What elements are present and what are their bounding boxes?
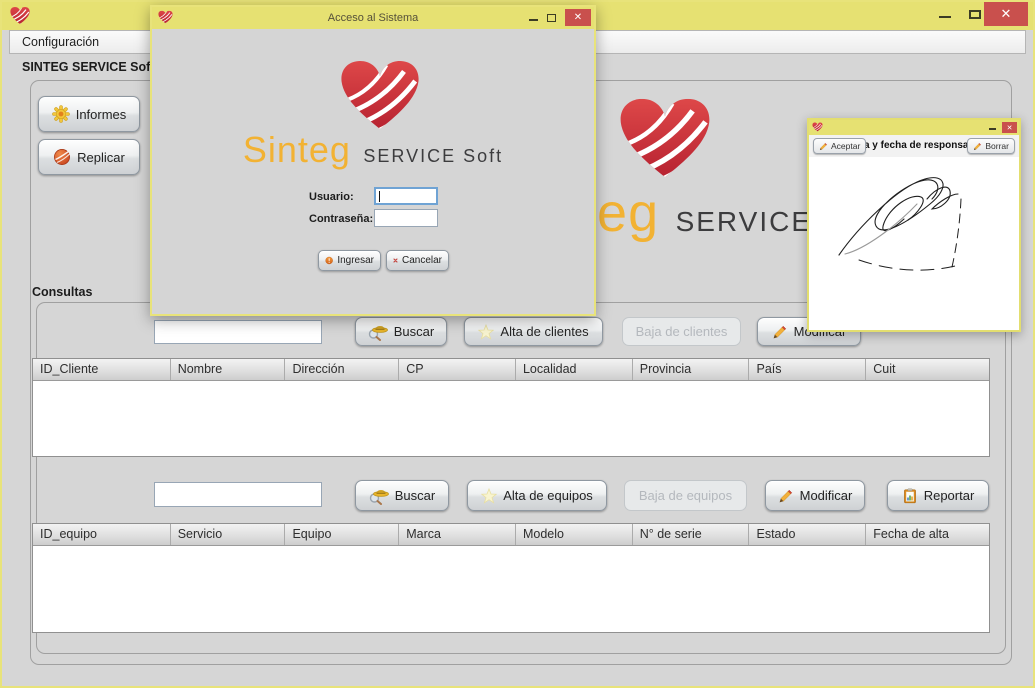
signature-titlebar: ✕	[809, 120, 1019, 135]
ingresar-icon	[325, 254, 333, 267]
cancel-x-icon	[393, 254, 398, 267]
column-header[interactable]: Cuit	[866, 359, 989, 380]
signature-window: ✕ Firma y fecha de responsable. Aceptar …	[807, 118, 1021, 332]
baja-clientes-label: Baja de clientes	[636, 324, 728, 339]
client-search-input[interactable]	[154, 320, 322, 344]
report-icon	[902, 488, 918, 504]
app-heart-icon	[812, 122, 823, 132]
close-button[interactable]: ✕	[1002, 122, 1017, 133]
login-dialog-titlebar: Acceso al Sistema ✕	[152, 7, 594, 29]
equipment-table-body	[33, 546, 989, 634]
pencil-icon	[772, 324, 788, 340]
signature-canvas[interactable]	[809, 157, 1019, 330]
star-icon	[478, 324, 494, 340]
borrar-firma-button[interactable]: Borrar	[967, 138, 1015, 154]
logo-heart-icon	[619, 94, 711, 182]
pencil-icon	[973, 142, 982, 151]
alta-clientes-button[interactable]: Alta de clientes	[464, 317, 603, 346]
column-header[interactable]: Servicio	[171, 524, 286, 545]
close-button[interactable]: ✕	[984, 2, 1028, 26]
column-header[interactable]: Equipo	[285, 524, 399, 545]
replicar-label: Replicar	[77, 150, 125, 165]
baja-equipos-label: Baja de equipos	[639, 488, 732, 503]
column-header[interactable]: Dirección	[285, 359, 399, 380]
column-header[interactable]: Fecha de alta	[866, 524, 989, 545]
reportar-label: Reportar	[924, 488, 975, 503]
login-dialog-title: Acceso al Sistema	[152, 7, 594, 29]
login-dialog: Acceso al Sistema ✕ Sinteg SERVICE Soft …	[150, 5, 596, 316]
informes-button[interactable]: Informes	[38, 96, 140, 132]
equipment-buscar-label: Buscar	[395, 488, 435, 503]
login-logo-brand: Sinteg	[243, 129, 351, 170]
pencil-icon	[778, 488, 794, 504]
cancelar-button[interactable]: Cancelar	[386, 250, 449, 271]
clients-table-header: ID_Cliente Nombre Dirección CP Localidad…	[33, 359, 989, 381]
column-header[interactable]: País	[749, 359, 866, 380]
column-header[interactable]: Modelo	[516, 524, 633, 545]
reportar-button[interactable]: Reportar	[887, 480, 989, 511]
column-header[interactable]: Localidad	[516, 359, 633, 380]
borrar-firma-label: Borrar	[985, 141, 1009, 151]
maximize-button[interactable]	[547, 14, 556, 22]
app-heart-icon	[10, 6, 30, 25]
baja-equipos-button: Baja de equipos	[624, 480, 747, 511]
star-icon	[481, 488, 497, 504]
column-header[interactable]: ID_Cliente	[33, 359, 171, 380]
modificar-equipo-button[interactable]: Modificar	[765, 480, 865, 511]
globe-icon	[53, 148, 71, 166]
clients-table: ID_Cliente Nombre Dirección CP Localidad…	[32, 358, 990, 457]
cancelar-label: Cancelar	[402, 255, 442, 266]
column-header[interactable]: N° de serie	[633, 524, 750, 545]
modificar-equipo-label: Modificar	[800, 488, 853, 503]
informes-label: Informes	[76, 107, 127, 122]
baja-clientes-button: Baja de clientes	[622, 317, 741, 346]
column-header[interactable]: Provincia	[633, 359, 750, 380]
alta-equipos-label: Alta de equipos	[503, 488, 593, 503]
minimize-button[interactable]	[989, 128, 996, 130]
aceptar-firma-label: Aceptar	[831, 141, 860, 151]
menu-item-configuracion[interactable]: Configuración	[10, 31, 111, 53]
column-header[interactable]: CP	[399, 359, 516, 380]
clients-table-body	[33, 381, 989, 458]
ingresar-button[interactable]: Ingresar	[318, 250, 381, 271]
client-buscar-label: Buscar	[394, 324, 434, 339]
column-header[interactable]: ID_equipo	[33, 524, 171, 545]
ingresar-label: Ingresar	[337, 255, 374, 266]
contrasena-label: Contraseña:	[309, 213, 373, 225]
contrasena-field[interactable]	[374, 209, 438, 227]
equipment-table: ID_equipo Servicio Equipo Marca Modelo N…	[32, 523, 990, 633]
login-logo-suffix: SERVICE Soft	[363, 146, 503, 166]
main-group-title: SINTEG SERVICE Soft	[22, 60, 154, 74]
column-header[interactable]: Nombre	[171, 359, 286, 380]
aceptar-firma-button[interactable]: Aceptar	[813, 138, 866, 154]
consultas-group-title: Consultas	[32, 285, 92, 299]
usuario-label: Usuario:	[309, 191, 354, 203]
search-icon	[368, 323, 388, 341]
equipment-search-input[interactable]	[154, 482, 322, 507]
gear-icon	[52, 105, 70, 123]
equipment-buscar-button[interactable]: Buscar	[355, 480, 449, 511]
signature-drawing	[809, 157, 1015, 330]
search-icon	[369, 487, 389, 505]
column-header[interactable]: Estado	[749, 524, 866, 545]
usuario-field[interactable]	[374, 187, 438, 205]
pencil-icon	[819, 142, 828, 151]
column-header[interactable]: Marca	[399, 524, 516, 545]
client-buscar-button[interactable]: Buscar	[355, 317, 447, 346]
close-button[interactable]: ✕	[565, 9, 591, 26]
equipment-table-header: ID_equipo Servicio Equipo Marca Modelo N…	[33, 524, 989, 546]
login-heart-icon	[340, 57, 420, 133]
login-logo: Sinteg SERVICE Soft	[152, 129, 594, 171]
alta-clientes-label: Alta de clientes	[500, 324, 588, 339]
minimize-button[interactable]	[939, 16, 951, 18]
maximize-button[interactable]	[969, 10, 981, 19]
alta-equipos-button[interactable]: Alta de equipos	[467, 480, 607, 511]
minimize-button[interactable]	[529, 19, 538, 21]
replicar-button[interactable]: Replicar	[38, 139, 140, 175]
